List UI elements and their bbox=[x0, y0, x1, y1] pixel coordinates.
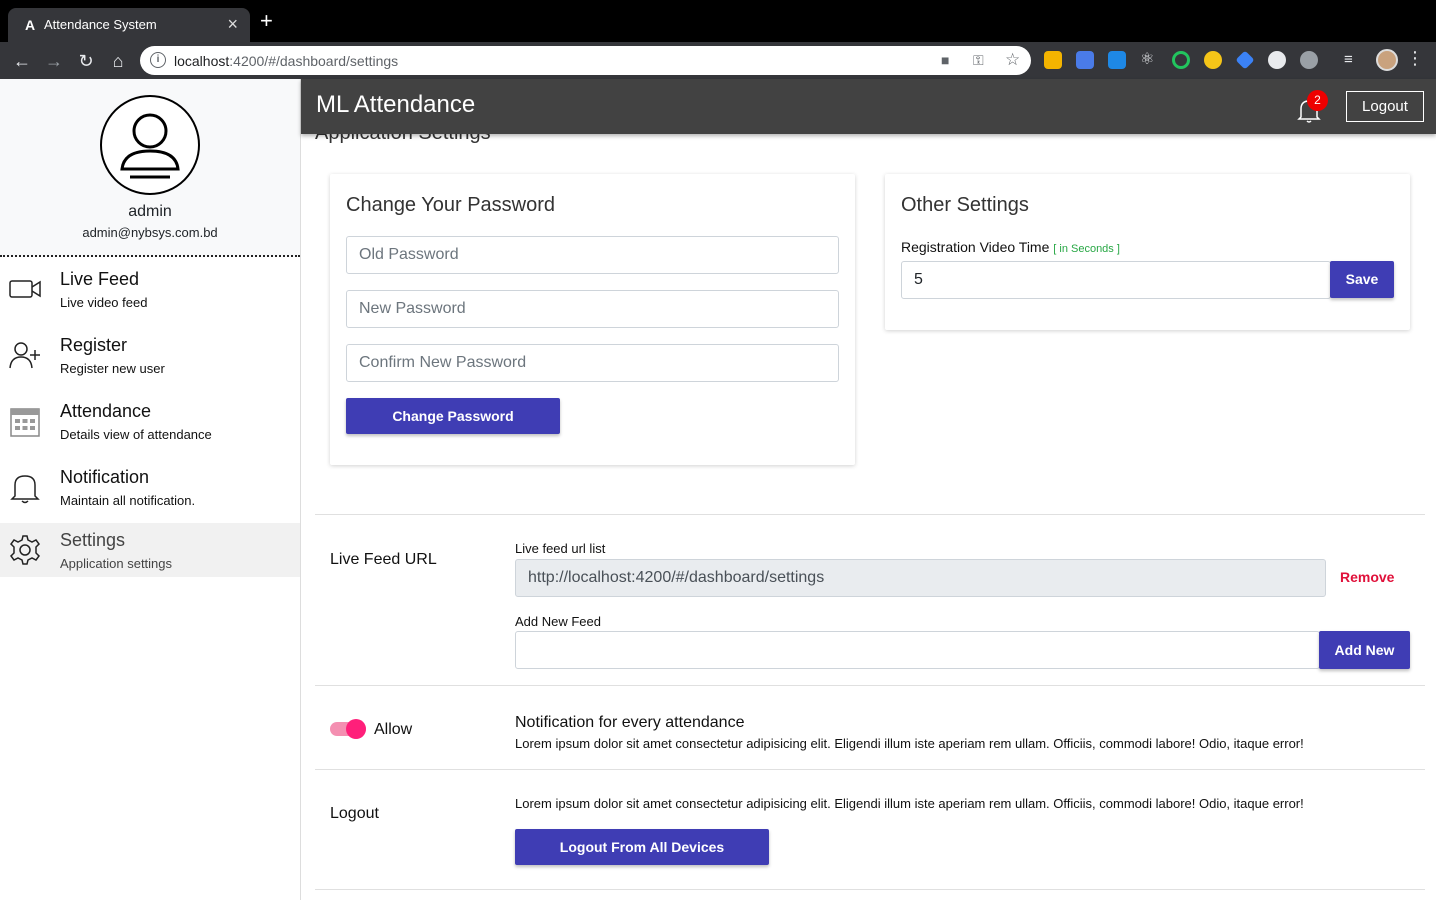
extension-translate-icon[interactable] bbox=[1076, 51, 1094, 69]
sidebar: admin admin@nybsys.com.bd Live Feed Live… bbox=[0, 79, 301, 900]
sidebar-item-subtitle: Details view of attendance bbox=[60, 427, 212, 442]
change-password-button[interactable]: Change Password bbox=[346, 398, 560, 434]
browser-tab[interactable]: A Attendance System × bbox=[8, 8, 250, 42]
profile-box: admin admin@nybsys.com.bd bbox=[0, 79, 300, 257]
extension-notes-icon[interactable] bbox=[1044, 51, 1062, 69]
tab-title: Attendance System bbox=[44, 17, 157, 32]
video-time-hint: [ in Seconds ] bbox=[1053, 243, 1120, 255]
forward-arrow-icon[interactable]: → bbox=[43, 50, 65, 72]
sidebar-item-attendance[interactable]: Attendance Details view of attendance bbox=[0, 394, 300, 448]
card-title: Other Settings bbox=[901, 194, 1029, 216]
sidebar-item-subtitle: Register new user bbox=[60, 361, 165, 376]
add-new-feed-button[interactable]: Add New bbox=[1319, 631, 1410, 669]
sidebar-item-subtitle: Live video feed bbox=[60, 295, 148, 310]
tab-close-icon[interactable]: × bbox=[227, 14, 238, 35]
video-camera-icon bbox=[9, 280, 41, 298]
site-info-icon[interactable]: i bbox=[150, 52, 166, 68]
notification-title: Notification for every attendance bbox=[515, 714, 745, 731]
extension-ring-icon[interactable] bbox=[1172, 51, 1190, 69]
browser-toolbar: ← → ↻ ⌂ i localhost:4200/#/dashboard/set… bbox=[0, 42, 1436, 79]
live-feed-list-label: Live feed url list bbox=[515, 541, 606, 556]
page-title: Application Settings bbox=[315, 134, 491, 145]
confirm-password-input[interactable]: Confirm New Password bbox=[346, 344, 839, 382]
star-icon[interactable]: ☆ bbox=[1005, 50, 1020, 70]
gear-icon bbox=[10, 535, 40, 565]
sidebar-item-title: Notification bbox=[60, 467, 150, 487]
profile-name: admin bbox=[128, 203, 172, 220]
save-button[interactable]: Save bbox=[1330, 261, 1394, 298]
sidebar-item-live-feed[interactable]: Live Feed Live video feed bbox=[0, 262, 300, 316]
logout-description: Lorem ipsum dolor sit amet consectetur a… bbox=[515, 796, 1304, 811]
profile-email: admin@nybsys.com.bd bbox=[82, 225, 218, 240]
sidebar-item-register[interactable]: Register Register new user bbox=[0, 328, 300, 382]
logout-section-label: Logout bbox=[330, 805, 379, 822]
remove-feed-button[interactable]: Remove bbox=[1340, 569, 1394, 585]
video-time-label: Registration Video Time [ in Seconds ] bbox=[901, 239, 1120, 255]
card-title: Change Your Password bbox=[346, 194, 556, 216]
sidebar-item-title: Settings bbox=[60, 530, 126, 550]
browser-menu-icon[interactable]: ⋮ bbox=[1406, 48, 1424, 69]
extension-dots-icon[interactable] bbox=[1268, 51, 1286, 69]
new-tab-button[interactable]: + bbox=[260, 10, 273, 32]
camera-icon[interactable]: ■ bbox=[941, 52, 949, 68]
extension-diamond-icon[interactable] bbox=[1235, 50, 1255, 70]
live-feed-url-field: http://localhost:4200/#/dashboard/settin… bbox=[515, 559, 1326, 597]
sidebar-item-subtitle: Application settings bbox=[60, 556, 173, 571]
browser-tabbar: A Attendance System × + bbox=[0, 0, 1436, 42]
toggle-label: Allow bbox=[374, 721, 413, 738]
divider bbox=[315, 685, 1425, 686]
sidebar-item-notification[interactable]: Notification Maintain all notification. bbox=[0, 460, 300, 514]
extension-c-icon[interactable] bbox=[1204, 51, 1222, 69]
back-arrow-icon[interactable]: ← bbox=[11, 50, 33, 72]
sidebar-item-title: Attendance bbox=[60, 401, 152, 421]
address-url[interactable]: localhost:4200/#/dashboard/settings bbox=[174, 53, 398, 69]
new-password-input[interactable]: New Password bbox=[346, 290, 839, 328]
other-settings-card: Other Settings Registration Video Time [… bbox=[885, 174, 1410, 330]
video-time-input[interactable]: 5 bbox=[901, 261, 1331, 299]
old-password-input[interactable]: Old Password bbox=[346, 236, 839, 274]
divider bbox=[315, 769, 1425, 770]
extension-compass-icon[interactable] bbox=[1300, 51, 1318, 69]
notification-description: Lorem ipsum dolor sit amet consectetur a… bbox=[515, 736, 1304, 751]
notification-toggle[interactable] bbox=[330, 719, 366, 739]
extension-react-icon[interactable]: ⚛ bbox=[1140, 51, 1158, 69]
browser-profile-avatar[interactable] bbox=[1376, 49, 1398, 71]
reload-icon[interactable]: ↻ bbox=[75, 50, 97, 72]
settings-page: Application Settings Change Your Passwor… bbox=[301, 134, 1436, 900]
media-control-icon[interactable]: ≡ bbox=[1344, 51, 1362, 69]
app-header: ML Attendance 2 Logout bbox=[301, 79, 1436, 134]
bell-icon bbox=[10, 475, 40, 504]
notification-count-badge: 2 bbox=[1307, 90, 1328, 111]
add-user-icon bbox=[9, 342, 40, 369]
sidebar-item-title: Live Feed bbox=[60, 269, 140, 289]
home-icon[interactable]: ⌂ bbox=[107, 50, 129, 72]
add-feed-input[interactable] bbox=[515, 631, 1320, 669]
angular-favicon-icon: A bbox=[24, 17, 36, 33]
address-bar[interactable]: i localhost:4200/#/dashboard/settings ■ … bbox=[140, 46, 1031, 75]
app-brand: ML Attendance bbox=[316, 91, 476, 118]
sidebar-item-subtitle: Maintain all notification. bbox=[60, 493, 196, 508]
divider bbox=[315, 514, 1425, 515]
toggle-knob bbox=[346, 719, 366, 739]
change-password-card: Change Your Password Old Password New Pa… bbox=[330, 174, 855, 465]
add-feed-label: Add New Feed bbox=[515, 614, 601, 629]
sidebar-item-title: Register bbox=[60, 335, 128, 355]
key-icon[interactable]: ⚿ bbox=[973, 52, 984, 69]
live-feed-section-label: Live Feed URL bbox=[330, 551, 437, 568]
logout-all-devices-button[interactable]: Logout From All Devices bbox=[515, 829, 769, 865]
user-avatar-icon bbox=[100, 95, 200, 195]
divider bbox=[315, 889, 1425, 890]
sidebar-item-settings[interactable]: Settings Application settings bbox=[0, 523, 300, 577]
extension-s-icon[interactable] bbox=[1108, 51, 1126, 69]
header-logout-button[interactable]: Logout bbox=[1346, 91, 1424, 122]
calendar-icon bbox=[10, 408, 40, 437]
